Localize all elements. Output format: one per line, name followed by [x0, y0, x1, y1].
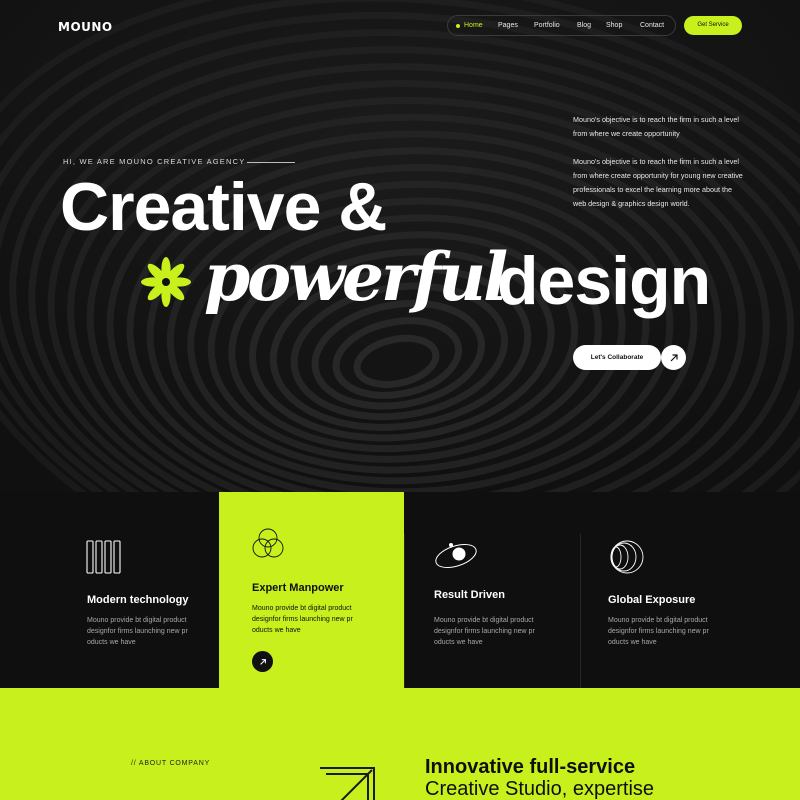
venn-circles-icon	[252, 528, 284, 558]
nav-blog[interactable]: Blog	[577, 16, 591, 37]
headline-word: design	[497, 243, 711, 319]
nav-pages[interactable]: Pages	[498, 16, 518, 37]
about-heading-line1: Innovative full-service	[425, 756, 636, 778]
about-section: // ABOUT COMPANY Innovative full-service…	[0, 688, 800, 800]
feature-divider	[580, 534, 581, 688]
concentric-rings-icon	[610, 540, 644, 574]
about-kicker: // ABOUT COMPANY	[131, 760, 211, 767]
feature-text: Mouno provide bt digital product designf…	[252, 605, 353, 634]
arrow-up-right-icon[interactable]	[252, 651, 273, 672]
hero-description-1: Mouno's objective is to reach the firm i…	[573, 115, 739, 138]
feature-title: Global Exposure	[608, 594, 696, 606]
kicker-divider	[247, 162, 295, 163]
orbit-icon	[435, 543, 477, 569]
get-service-button[interactable]: Get Service	[684, 16, 742, 35]
feature-text: Mouno provide bt digital product designf…	[608, 617, 709, 646]
main-nav: Home Pages Portfolio Blog Shop Contact	[447, 15, 676, 36]
large-arrow-icon	[320, 767, 375, 800]
feature-title: Expert Manpower	[252, 582, 344, 594]
nav-contact[interactable]: Contact	[640, 16, 664, 37]
features-section	[0, 492, 800, 688]
active-dot-icon	[456, 24, 460, 28]
logo[interactable]: MOUNO	[58, 20, 113, 34]
nav-home[interactable]: Home	[464, 16, 483, 37]
bars-icon	[86, 540, 121, 574]
hero-section: MOUNO Home Pages Portfolio Blog Shop Con…	[0, 0, 800, 492]
feature-title: Modern technology	[87, 594, 189, 606]
hero-description-2: Mouno's objective is to reach the firm i…	[573, 157, 743, 208]
collaborate-button[interactable]: Let's Collaborate	[573, 345, 661, 370]
feature-text: Mouno provide bt digital product designf…	[434, 617, 535, 646]
nav-shop[interactable]: Shop	[606, 16, 622, 37]
feature-divider	[404, 534, 405, 688]
hero-kicker: Hi, we are Mouno creative agency	[63, 157, 246, 166]
nav-portfolio[interactable]: Portfolio	[534, 16, 560, 37]
arrow-up-right-icon[interactable]	[661, 345, 686, 370]
asterisk-flower-icon	[141, 257, 191, 307]
headline-italic: powerful	[204, 238, 508, 316]
feature-text: Mouno provide bt digital product designf…	[87, 617, 188, 646]
about-heading-line2: Creative Studio, expertise	[425, 778, 655, 800]
feature-title: Result Driven	[434, 589, 505, 601]
